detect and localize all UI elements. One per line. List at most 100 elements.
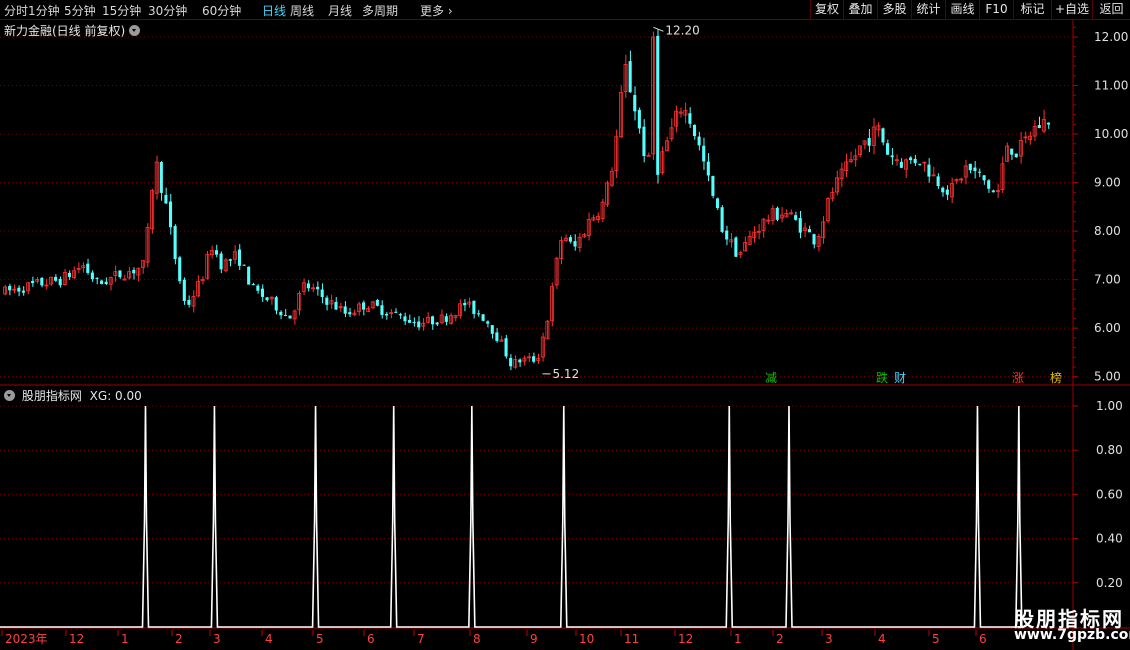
toolbar-button-1[interactable]: 叠加 — [843, 0, 877, 19]
low-label: 5.12 — [552, 367, 579, 381]
chart-canvas: 12.0011.0010.009.008.007.006.005.00 1.00… — [0, 20, 1130, 650]
timeframe-8[interactable]: 月线 — [328, 2, 352, 19]
timeframe-7[interactable]: 周线 — [290, 2, 314, 19]
toolbar-button-5[interactable]: F10 — [979, 0, 1013, 19]
price-tick: 9.00 — [1094, 176, 1121, 190]
time-label: 6 — [979, 632, 987, 646]
toolbar-button-2[interactable]: 多股 — [877, 0, 911, 19]
xg-value: XG: 0.00 — [89, 389, 142, 403]
stock-title[interactable]: 新力金融(日线 前复权) — [4, 22, 143, 39]
candle-body — [21, 290, 25, 293]
candle-body — [256, 285, 260, 291]
candle-body — [973, 167, 977, 172]
candle-body — [242, 264, 246, 266]
time-label: 7 — [417, 632, 425, 646]
event-marker-1[interactable]: 跌 — [876, 370, 888, 385]
candle-body — [794, 215, 798, 220]
time-label: 5 — [316, 632, 324, 646]
candle-body — [573, 241, 577, 247]
candle-body — [182, 279, 186, 301]
price-tick: 11.00 — [1094, 79, 1128, 93]
candle-body — [67, 272, 71, 277]
time-label: 5 — [932, 632, 940, 646]
candle-body — [288, 315, 292, 319]
candle-body — [720, 207, 724, 232]
candle-body — [306, 283, 310, 289]
timeframe-5[interactable]: 60分钟 — [202, 2, 241, 19]
timeframe-9[interactable]: 多周期 — [362, 2, 398, 19]
price-axis: 12.00 11.00 10.00 9.00 8.00 7.00 6.00 5.00 — [1073, 26, 1128, 384]
candle-body — [945, 189, 949, 195]
candle-body — [936, 176, 940, 187]
timeframe-3[interactable]: 15分钟 — [102, 2, 141, 19]
time-label: 4 — [878, 632, 886, 646]
candle-body — [316, 286, 320, 290]
candle-body — [54, 276, 58, 281]
event-marker-0[interactable]: 减 — [765, 371, 777, 385]
candle-body — [95, 277, 99, 279]
price-tick: 7.00 — [1094, 273, 1121, 287]
candle-body — [412, 322, 416, 324]
candle-body — [867, 138, 871, 146]
candle-body — [977, 171, 982, 173]
time-label: 11 — [624, 632, 639, 646]
candle-body — [798, 218, 802, 233]
toolbar-button-3[interactable]: 统计 — [911, 0, 945, 19]
candle-body — [86, 263, 90, 273]
candle-body — [417, 321, 421, 328]
timeframe-6[interactable]: 日线 — [262, 2, 286, 19]
time-label: 2 — [776, 632, 784, 646]
time-label: 2 — [175, 632, 183, 646]
timeframe-1[interactable]: 1分钟 — [28, 2, 60, 19]
toolbar-button-0[interactable]: 复权 — [810, 0, 843, 19]
candle-body — [886, 143, 890, 155]
candle-body — [509, 357, 513, 367]
candle-body — [8, 285, 12, 291]
candle-body — [1037, 125, 1041, 129]
indicator-tick: 0.40 — [1096, 532, 1123, 546]
toolbar-button-8[interactable]: 返回 — [1092, 0, 1130, 19]
chevron-down-icon[interactable] — [4, 390, 15, 401]
event-marker-4[interactable]: 榜 — [1050, 370, 1062, 385]
time-label: 3 — [213, 632, 221, 646]
candle-body — [941, 187, 945, 193]
chevron-down-icon[interactable] — [129, 25, 141, 36]
candle-body — [260, 288, 264, 297]
timeframe-4[interactable]: 30分钟 — [148, 2, 187, 19]
candle-body — [325, 297, 329, 305]
more-button[interactable]: 更多 › — [420, 2, 453, 19]
time-label: 12 — [678, 632, 693, 646]
price-tick: 6.00 — [1094, 321, 1121, 335]
timeframe-2[interactable]: 5分钟 — [64, 2, 96, 19]
candle-body — [987, 180, 991, 189]
candle-body — [909, 157, 913, 161]
candle-body — [178, 257, 182, 282]
candle-body — [362, 302, 366, 310]
candle-body — [628, 61, 632, 93]
event-marker-2[interactable]: 财 — [894, 371, 906, 385]
candle-body — [228, 259, 232, 261]
candle-body — [173, 225, 177, 260]
candle-body — [532, 356, 536, 362]
indicator-name: 股朋指标网 — [21, 389, 82, 403]
indicator-grid — [0, 405, 1073, 584]
candle-body — [265, 297, 269, 301]
timeframe-0[interactable]: 分时 — [4, 2, 28, 19]
indicator-title[interactable]: 股朋指标网 XG: 0.00 — [4, 387, 142, 404]
candle-body — [90, 272, 94, 280]
candle-body — [394, 311, 398, 313]
candle-body — [991, 190, 995, 193]
time-label: 3 — [825, 632, 833, 646]
candle-body — [104, 281, 108, 285]
toolbar-button-6[interactable]: 标记 — [1013, 0, 1051, 19]
time-label: 9 — [530, 632, 538, 646]
toolbar-button-4[interactable]: 画线 — [945, 0, 979, 19]
candle-body — [375, 300, 379, 306]
toolbar-button-7[interactable]: +自选 — [1051, 0, 1092, 19]
candle-body — [118, 270, 122, 278]
candlestick-series — [3, 29, 1050, 371]
candle-body — [1046, 122, 1050, 125]
candle-body — [247, 266, 251, 285]
candle-body — [348, 312, 352, 315]
event-marker-3[interactable]: 涨 — [1012, 370, 1024, 385]
